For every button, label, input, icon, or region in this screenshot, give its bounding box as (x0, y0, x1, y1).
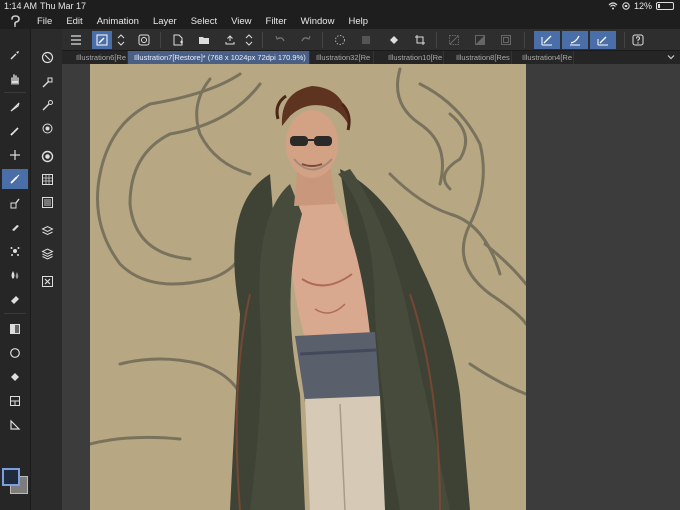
menu-bar: File Edit Animation Layer Select View Fi… (0, 13, 680, 29)
menu-window[interactable]: Window (294, 16, 342, 27)
brush-tool-icon[interactable] (2, 169, 28, 189)
airbrush-tool-icon[interactable] (2, 217, 28, 237)
help-icon[interactable] (628, 31, 648, 49)
figure-tool-icon[interactable] (2, 343, 28, 363)
artwork-illustration (90, 67, 526, 510)
menu-view[interactable]: View (224, 16, 258, 27)
open-folder-icon[interactable] (194, 31, 214, 49)
pen-tool-icon[interactable] (2, 97, 28, 117)
color-set-icon[interactable] (38, 170, 56, 188)
fill-bucket-tool-icon[interactable] (2, 367, 28, 387)
close-panel-icon[interactable] (38, 272, 56, 290)
tab-illustration8[interactable]: Illustration8[Res (450, 51, 512, 64)
save-icon[interactable] (220, 31, 240, 49)
layer-property-icon[interactable] (38, 221, 56, 239)
status-indicators: 12% (608, 1, 674, 11)
menu-edit[interactable]: Edit (59, 16, 89, 27)
crop-transform-icon[interactable] (410, 31, 430, 49)
battery-icon (656, 2, 674, 10)
frame-border-tool-icon[interactable] (2, 391, 28, 411)
decoration-tool-icon[interactable] (2, 241, 28, 261)
app-logo-icon[interactable] (0, 13, 30, 29)
tab-illustration7[interactable]: Illustration7[Restore]* (768 x 1024px 72… (128, 51, 310, 64)
snap-to-grid-icon[interactable] (590, 31, 616, 49)
sub-tool-column (30, 29, 62, 510)
edit-mode-icon[interactable] (92, 31, 112, 49)
menu-filter[interactable]: Filter (259, 16, 294, 27)
status-time: 1:14 AM (4, 1, 38, 11)
save-options-stepper-icon[interactable] (243, 31, 255, 49)
command-bar (62, 29, 680, 51)
canvas-workspace[interactable] (62, 64, 680, 510)
tab-illustration10[interactable]: Illustration10[Re (382, 51, 444, 64)
menu-help[interactable]: Help (341, 16, 375, 27)
chevron-down-icon[interactable] (666, 52, 676, 62)
pencil-tool-icon[interactable] (2, 121, 28, 141)
menu-select[interactable]: Select (184, 16, 224, 27)
main-color-swatch[interactable] (2, 468, 20, 486)
tool-property-icon[interactable] (38, 96, 56, 114)
document-tab-bar: Illustration6[Re Illustration7[Restore]*… (62, 51, 680, 64)
tab-illustration4[interactable]: Illustration4[Re (516, 51, 574, 64)
menu-layer[interactable]: Layer (146, 16, 184, 27)
color-wheel-icon[interactable] (38, 147, 56, 165)
tab-illustration6[interactable]: Illustration6[Re (70, 51, 128, 64)
intermediate-color-icon[interactable] (38, 193, 56, 211)
orientation-lock-icon (622, 2, 630, 10)
wifi-icon (608, 2, 618, 10)
navigator-icon[interactable] (38, 48, 56, 66)
tab-illustration32[interactable]: Illustration32[Re (310, 51, 374, 64)
drawing-canvas[interactable] (90, 64, 526, 510)
deselect-icon[interactable] (444, 31, 464, 49)
menu-animation[interactable]: Animation (90, 16, 146, 27)
clear-layer-icon[interactable] (356, 31, 376, 49)
fill-icon[interactable] (384, 31, 404, 49)
sub-tool-icon[interactable] (38, 73, 56, 91)
eraser-tool-icon[interactable] (2, 289, 28, 309)
move-layer-tool-icon[interactable] (2, 145, 28, 165)
blend-tool-icon[interactable] (2, 265, 28, 285)
redo-icon[interactable] (296, 31, 316, 49)
new-file-icon[interactable] (168, 31, 188, 49)
loading-spinner-icon[interactable] (330, 31, 350, 49)
battery-percent: 12% (633, 1, 652, 11)
eyedropper-tool-icon[interactable] (2, 45, 28, 65)
ruler-tool-icon[interactable] (2, 415, 28, 435)
status-bar: 1:14 AM Thu Mar 17 12% (0, 0, 680, 13)
layer-icon[interactable] (38, 244, 56, 262)
snap-to-ruler-icon[interactable] (534, 31, 560, 49)
brush-size-icon[interactable] (38, 119, 56, 137)
menu-file[interactable]: File (30, 16, 59, 27)
fill-brush-tool-icon[interactable] (2, 193, 28, 213)
hand-tool-icon[interactable] (2, 69, 28, 89)
up-down-stepper-icon[interactable] (115, 31, 127, 49)
selection-area-icon[interactable] (496, 31, 516, 49)
invert-selection-icon[interactable] (470, 31, 490, 49)
snap-to-special-ruler-icon[interactable] (562, 31, 588, 49)
undo-icon[interactable] (270, 31, 290, 49)
status-date: Thu Mar 17 (40, 1, 87, 11)
menu-hamburger-icon[interactable] (66, 31, 86, 49)
top-bar: 1:14 AM Thu Mar 17 12% File Edit Animati… (0, 0, 680, 29)
tool-palette (0, 29, 30, 510)
gradient-tool-icon[interactable] (2, 319, 28, 339)
quick-access-icon[interactable] (134, 31, 154, 49)
color-indicator[interactable] (0, 462, 30, 510)
